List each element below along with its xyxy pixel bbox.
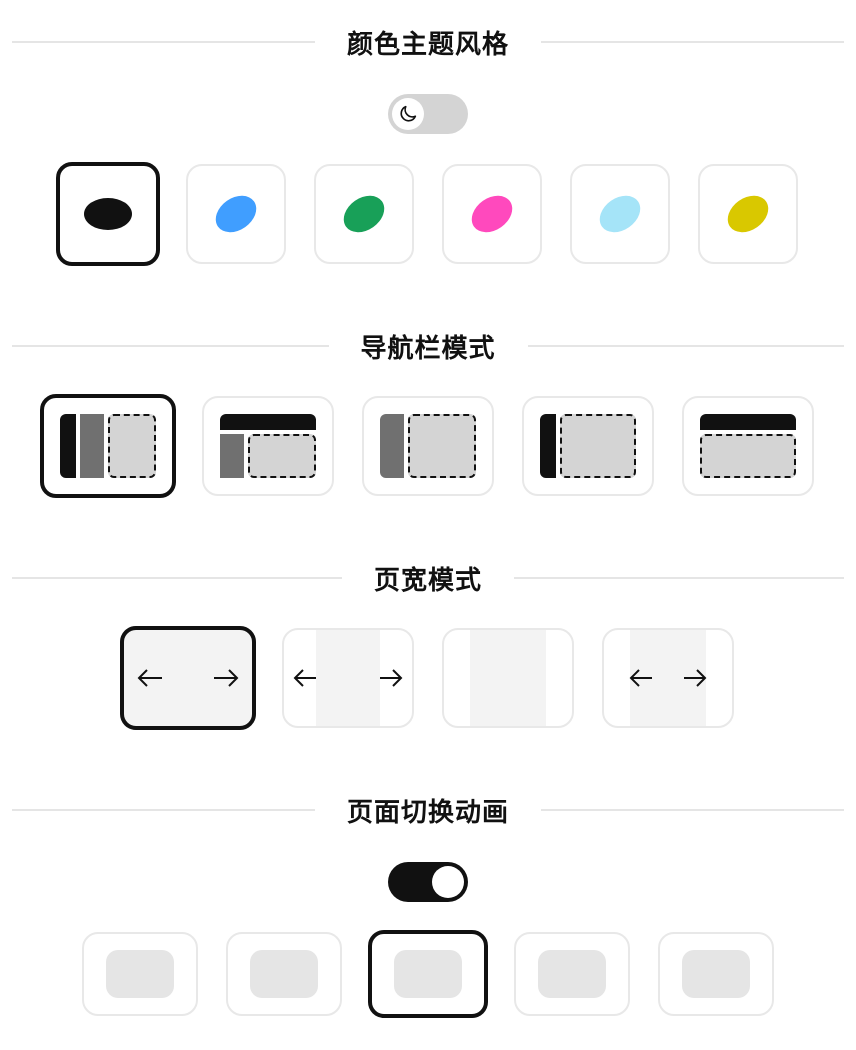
topbar-block xyxy=(700,414,796,430)
transition-option-1[interactable] xyxy=(82,932,198,1016)
arrow-right-icon xyxy=(380,669,403,687)
content-block xyxy=(560,414,636,478)
color-swatch xyxy=(84,198,132,230)
section-title: 导航栏模式 xyxy=(360,333,496,364)
arrow-left-icon xyxy=(293,669,316,687)
divider xyxy=(541,41,845,43)
sub-sidebar-block xyxy=(80,414,104,478)
color-option-light-blue[interactable] xyxy=(570,164,670,264)
page-transition-header: 页面切换动画 xyxy=(12,790,845,830)
width-mode-fixed-wide[interactable] xyxy=(442,628,574,728)
transition-option-5[interactable] xyxy=(658,932,774,1016)
transition-preview xyxy=(682,950,750,998)
topbar-block xyxy=(220,414,316,430)
transition-option-2[interactable] xyxy=(226,932,342,1016)
animation-toggle[interactable] xyxy=(388,862,468,902)
divider xyxy=(12,41,315,43)
sidebar-block xyxy=(540,414,556,478)
content-band xyxy=(470,630,546,726)
moon-icon xyxy=(400,105,417,122)
sidebar-block xyxy=(380,414,404,478)
arrow-left-icon xyxy=(137,669,162,687)
transition-preview xyxy=(250,950,318,998)
divider xyxy=(12,577,342,579)
color-option-black[interactable] xyxy=(56,162,160,266)
sidebar-block xyxy=(220,434,244,478)
divider xyxy=(541,809,845,811)
color-swatch xyxy=(720,188,776,240)
divider xyxy=(514,577,845,579)
transition-preview xyxy=(106,950,174,998)
color-option-blue[interactable] xyxy=(186,164,286,264)
dark-mode-toggle[interactable] xyxy=(388,94,468,134)
arrow-right-icon xyxy=(214,669,239,687)
nav-mode-header: 导航栏模式 xyxy=(12,326,845,366)
nav-mode-top-only[interactable] xyxy=(682,396,814,496)
divider xyxy=(12,809,315,811)
color-theme-header: 颜色主题风格 xyxy=(12,22,845,62)
nav-mode-side-narrow[interactable] xyxy=(522,396,654,496)
width-mode-fixed-narrow[interactable] xyxy=(282,628,414,728)
arrow-left-icon xyxy=(629,669,652,687)
content-block xyxy=(108,414,156,478)
toggle-knob xyxy=(432,866,464,898)
color-option-green[interactable] xyxy=(314,164,414,264)
transition-option-3[interactable] xyxy=(368,930,488,1018)
arrow-right-icon xyxy=(684,669,707,687)
transition-preview xyxy=(538,950,606,998)
transition-option-4[interactable] xyxy=(514,932,630,1016)
nav-mode-top-and-side[interactable] xyxy=(202,396,334,496)
content-block xyxy=(700,434,796,478)
color-swatch xyxy=(336,188,392,240)
section-title: 颜色主题风格 xyxy=(347,29,510,60)
nav-mode-dual-sidebar[interactable] xyxy=(40,394,176,498)
color-swatch xyxy=(592,188,648,240)
content-band xyxy=(316,630,380,726)
width-mode-adaptive[interactable] xyxy=(602,628,734,728)
color-option-yellow[interactable] xyxy=(698,164,798,264)
width-mode-full[interactable] xyxy=(120,626,256,730)
color-swatch xyxy=(208,188,264,240)
divider xyxy=(12,345,329,347)
divider xyxy=(527,345,845,347)
transition-preview xyxy=(394,950,462,998)
color-swatch xyxy=(464,188,520,240)
content-block xyxy=(408,414,476,478)
toggle-knob xyxy=(392,98,424,130)
page-width-header: 页宽模式 xyxy=(12,558,845,598)
content-block xyxy=(248,434,316,478)
sidebar-block xyxy=(60,414,76,478)
section-title: 页面切换动画 xyxy=(347,797,510,828)
color-option-pink[interactable] xyxy=(442,164,542,264)
section-title: 页宽模式 xyxy=(374,565,483,596)
nav-mode-side-gray[interactable] xyxy=(362,396,494,496)
